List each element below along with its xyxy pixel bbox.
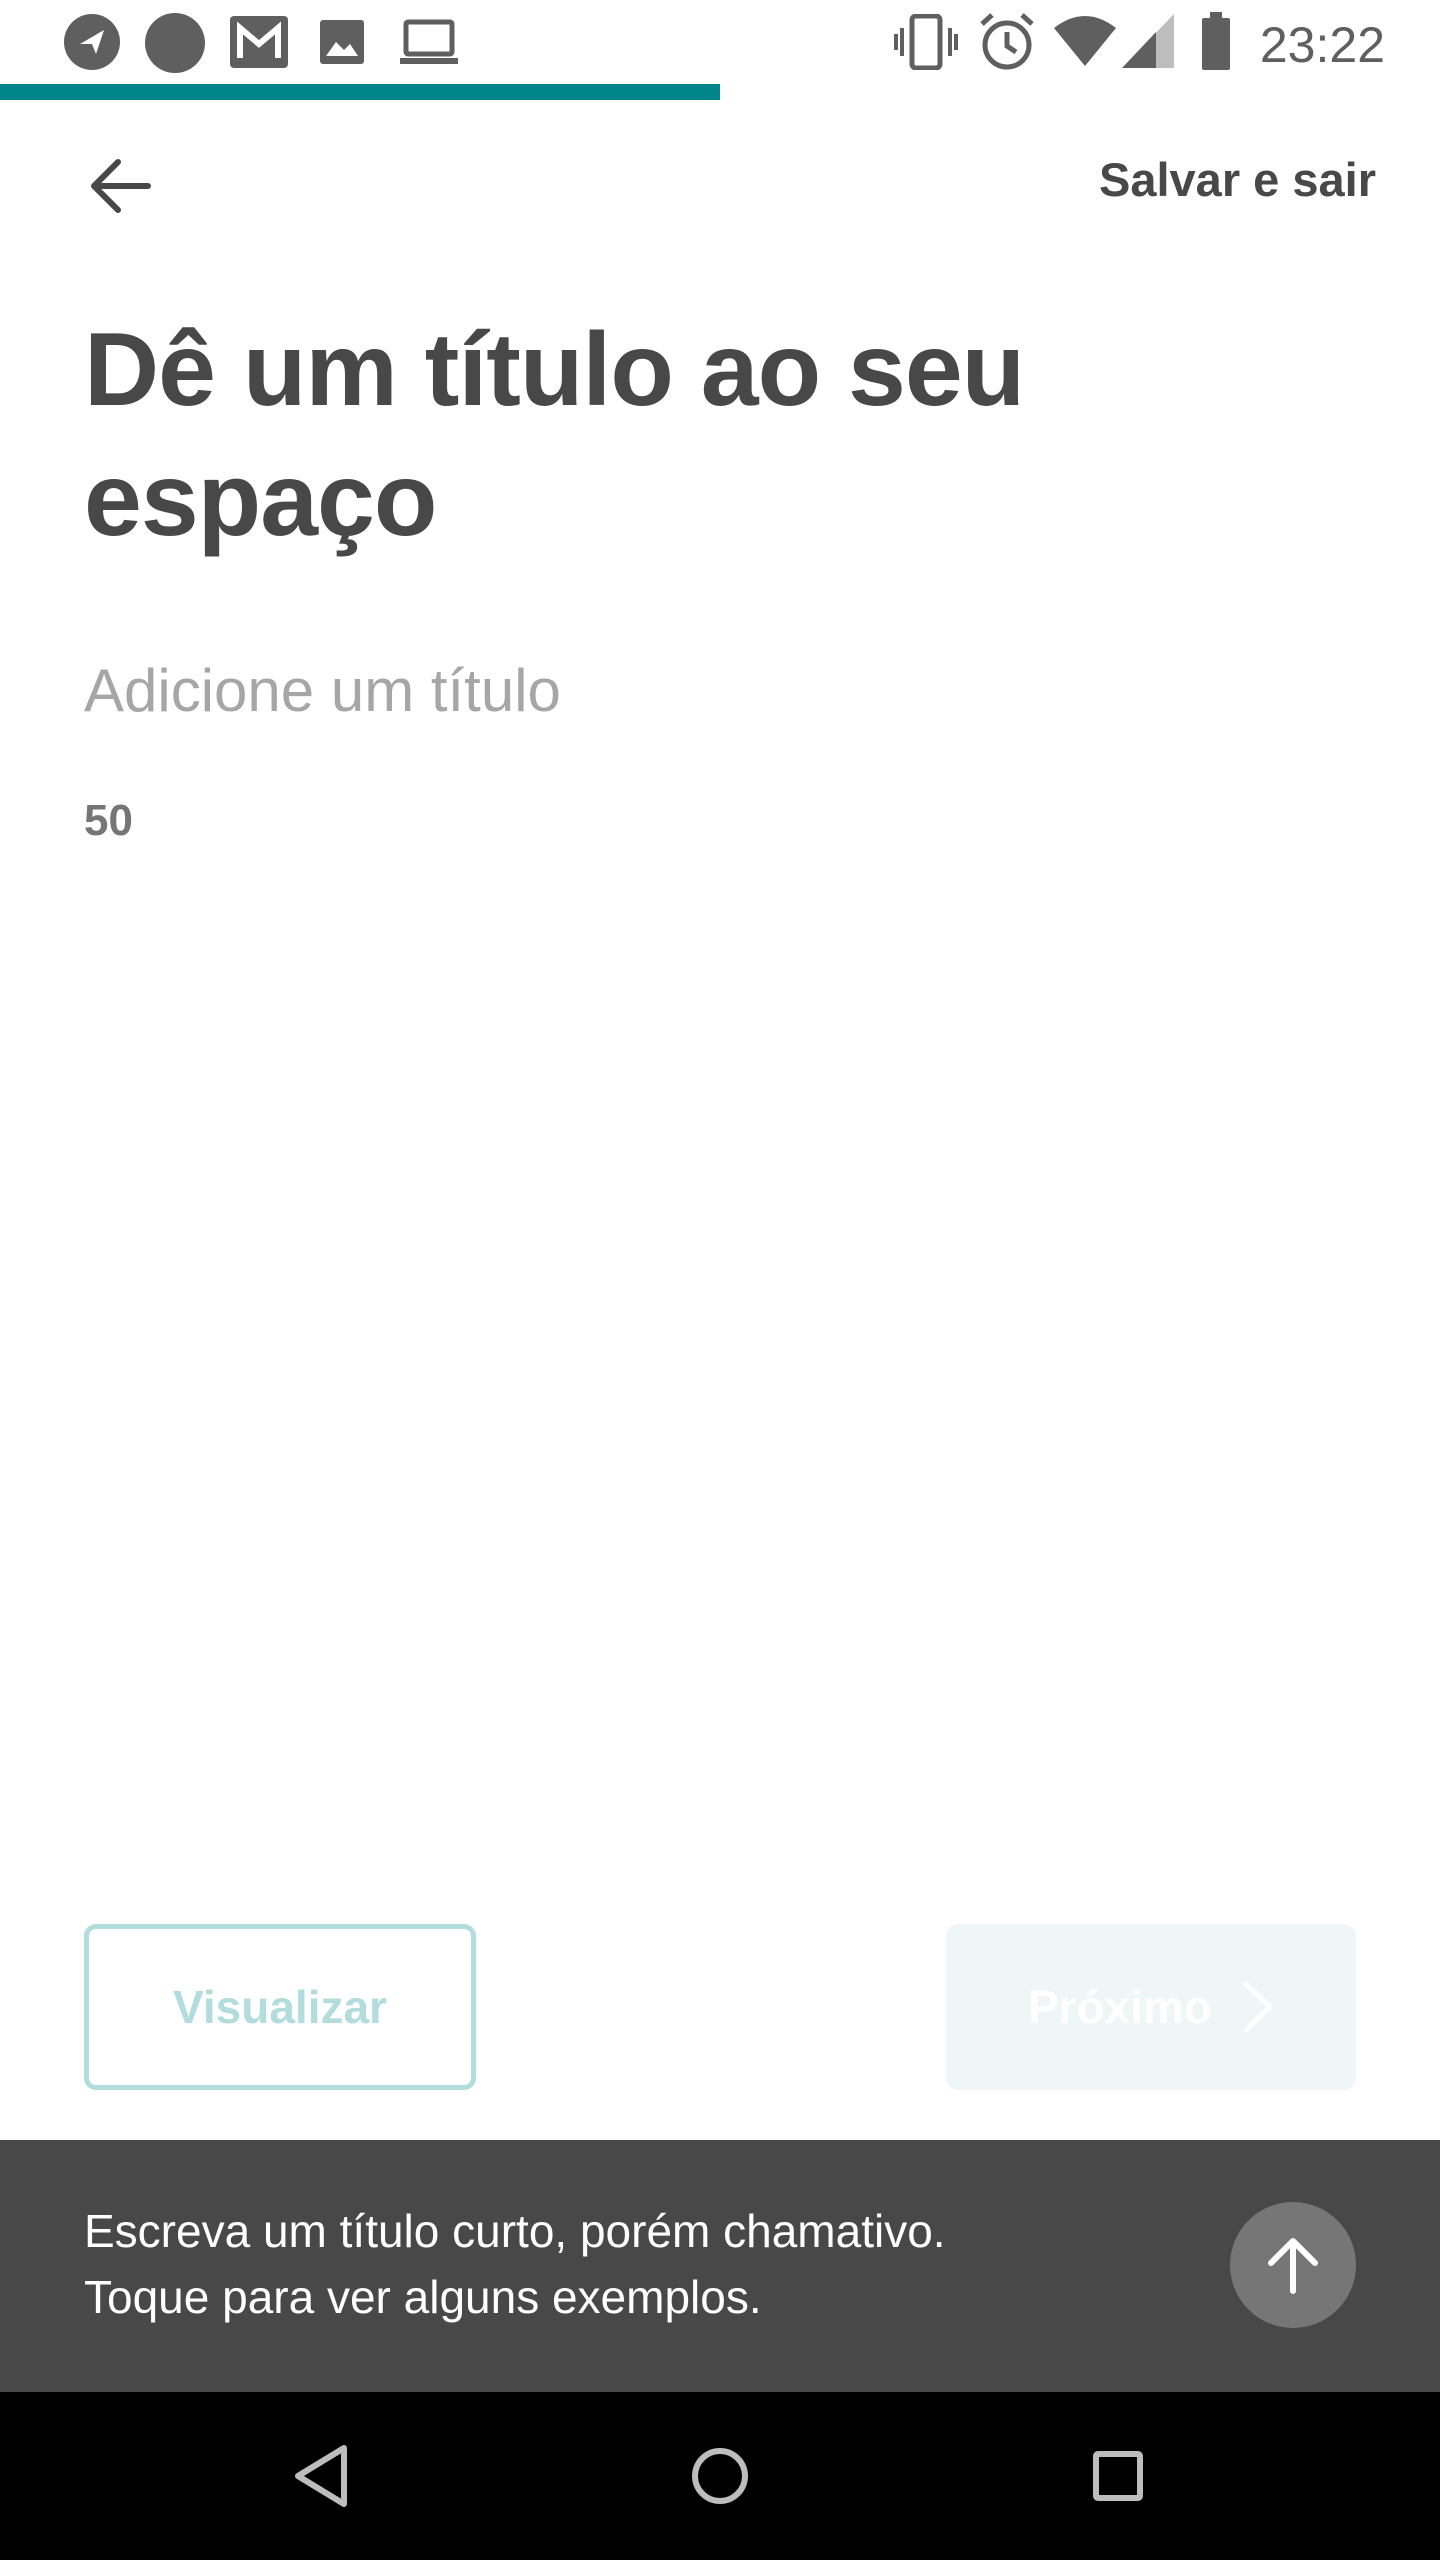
status-bar: 23:22 <box>0 0 1440 84</box>
arrow-left-icon <box>91 159 151 213</box>
expand-tip-button[interactable] <box>1230 2202 1356 2328</box>
next-button[interactable]: Próximo <box>946 1924 1356 2090</box>
circle-notification-icon <box>144 12 206 79</box>
nav-home-button[interactable] <box>678 2434 762 2518</box>
vibrate-icon <box>894 13 958 75</box>
arrow-up-icon <box>1268 2238 1318 2294</box>
nav-recents-button[interactable] <box>1076 2434 1160 2518</box>
nav-home-icon <box>692 2448 748 2504</box>
nav-recents-icon <box>1093 2451 1143 2501</box>
tip-text: Escreva um título curto, porém chamativo… <box>84 2198 1184 2330</box>
back-button[interactable] <box>72 138 168 234</box>
nav-back-button[interactable] <box>280 2434 364 2518</box>
status-time: 23:22 <box>1259 17 1385 73</box>
progress-fill <box>0 84 720 100</box>
progress-bar <box>0 84 1440 100</box>
gmail-icon <box>228 14 290 75</box>
battery-icon <box>1200 12 1232 75</box>
title-input[interactable] <box>84 640 1356 740</box>
signal-icon <box>1122 14 1174 73</box>
next-button-label: Próximo <box>1027 1981 1213 2033</box>
screen: 23:22 Salvar e sair Dê um título ao seu … <box>0 0 1440 2560</box>
page-title: Dê um título ao seu espaço <box>84 312 1025 558</box>
chevron-right-icon <box>1242 1980 1274 2034</box>
character-counter: 50 <box>84 796 133 845</box>
tip-banner[interactable]: Escreva um título curto, porém chamativo… <box>0 2140 1440 2392</box>
preview-button-label: Visualizar <box>173 1981 387 2033</box>
preview-button[interactable]: Visualizar <box>84 1924 476 2090</box>
alarm-icon <box>978 12 1036 77</box>
nav-back-icon <box>295 2445 347 2507</box>
save-and-exit-button[interactable]: Salvar e sair <box>1099 152 1376 207</box>
wifi-icon <box>1054 16 1116 71</box>
navigation-icon <box>62 12 122 77</box>
tip-text-line-1: Escreva um título curto, porém chamativo… <box>84 2205 946 2257</box>
tip-text-line-2: Toque para ver alguns exemplos. <box>84 2271 762 2323</box>
system-nav-bar <box>0 2392 1440 2560</box>
image-icon <box>318 18 366 71</box>
laptop-icon <box>400 18 458 71</box>
